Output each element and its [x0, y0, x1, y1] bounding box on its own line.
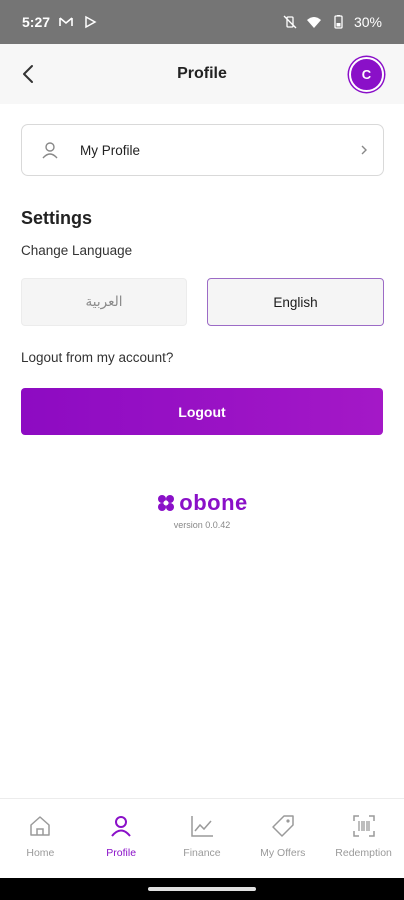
nav-profile[interactable]: Profile — [81, 813, 161, 859]
page-title: Profile — [177, 65, 227, 82]
nav-redemption-label: Redemption — [335, 847, 392, 859]
nav-home[interactable]: Home — [0, 813, 80, 859]
home-gesture-handle[interactable] — [148, 887, 256, 891]
status-bar: 5:27 30% — [0, 0, 404, 44]
change-language-label: Change Language — [21, 243, 133, 258]
logout-button[interactable]: Logout — [21, 388, 383, 435]
tag-icon — [272, 815, 294, 837]
vibrate-off-icon — [282, 14, 298, 30]
nav-profile-label: Profile — [106, 847, 137, 859]
brand-logo: obone — [156, 490, 248, 516]
nav-my-offers[interactable]: My Offers — [243, 813, 323, 859]
home-icon — [30, 816, 51, 836]
logout-question: Logout from my account? — [21, 350, 174, 365]
brand-name: obone — [179, 490, 248, 515]
language-english-button[interactable]: English — [207, 278, 384, 326]
battery-icon — [330, 14, 346, 30]
status-left: 5:27 — [22, 14, 98, 30]
user-icon — [111, 816, 131, 837]
nav-my-offers-label: My Offers — [260, 847, 306, 859]
nav-finance-label: Finance — [183, 847, 221, 859]
my-profile-label: My Profile — [80, 142, 141, 158]
app-header: Profile C — [0, 44, 404, 104]
chevron-left-icon — [23, 65, 33, 83]
status-time: 5:27 — [22, 14, 51, 30]
system-nav-bar — [0, 878, 404, 900]
back-button[interactable] — [14, 60, 42, 88]
nav-finance[interactable]: Finance — [162, 813, 242, 859]
play-icon — [82, 14, 98, 30]
nav-home-label: Home — [26, 847, 55, 859]
nav-redemption[interactable]: Redemption — [324, 813, 404, 859]
app-version: version 0.0.42 — [173, 520, 231, 530]
brand-block: obone version 0.0.42 — [0, 490, 404, 530]
bottom-nav: Home Profile Finance My Offers Redemptio… — [0, 798, 404, 878]
avatar[interactable]: C — [349, 57, 384, 92]
battery-percent: 30% — [353, 14, 382, 30]
chevron-right-icon — [361, 145, 367, 155]
status-right: 30% — [282, 14, 382, 30]
gmail-icon — [58, 14, 74, 30]
user-icon — [42, 142, 58, 159]
brand-mark-icon — [158, 495, 175, 511]
chart-icon — [191, 816, 213, 837]
settings-heading: Settings — [21, 208, 93, 228]
my-profile-card[interactable]: My Profile — [21, 124, 384, 176]
wifi-icon — [306, 14, 322, 30]
barcode-icon — [352, 815, 375, 837]
language-arabic-button[interactable]: العربية — [21, 278, 187, 326]
